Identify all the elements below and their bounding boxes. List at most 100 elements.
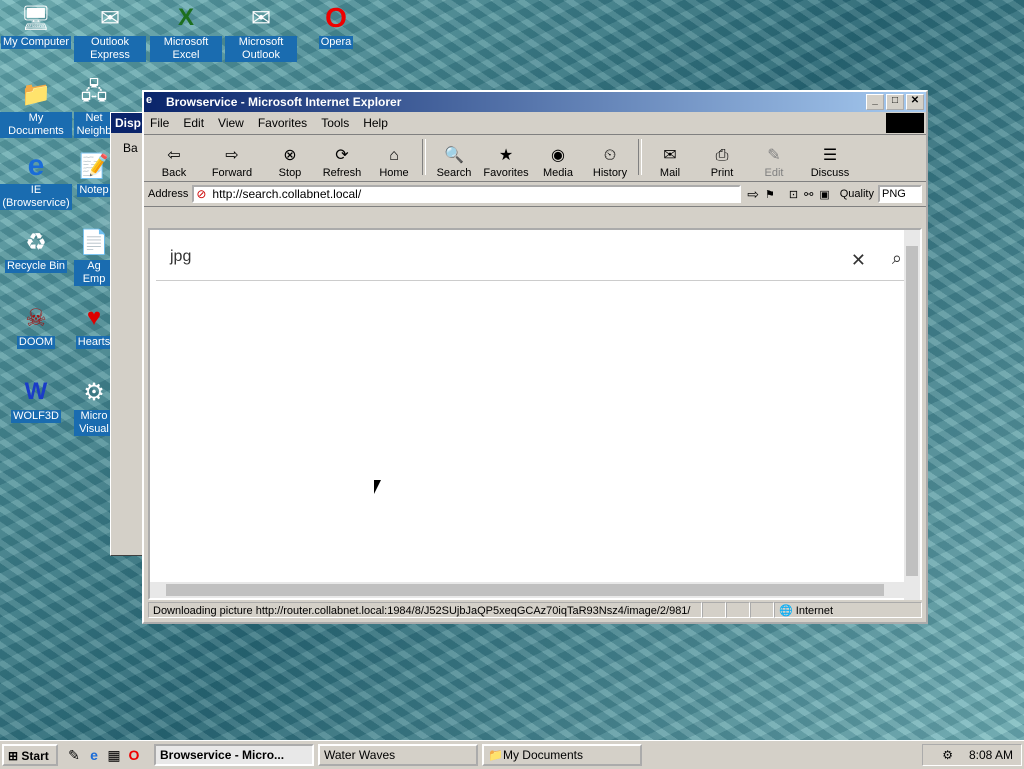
quality-select[interactable]: PNG xyxy=(878,185,922,203)
desktop-icon-my-documents[interactable]: 📁 My Documents xyxy=(0,78,72,138)
stop-label: Stop xyxy=(278,167,302,179)
desktop-icon-label: Notep xyxy=(77,184,111,197)
history-button[interactable]: ⏲ History xyxy=(584,145,636,179)
desktop-icon-hearts[interactable]: ♥ Hearts xyxy=(74,302,114,349)
task-label: Browservice - Micro... xyxy=(160,748,285,762)
document-icon: 📄 xyxy=(79,228,109,256)
refresh-button[interactable]: ⟳ Refresh xyxy=(316,145,368,179)
desktop-icon-outlook-express[interactable]: ✉ Outlook Express xyxy=(74,2,146,62)
start-button[interactable]: ⊞ Start xyxy=(2,744,58,766)
history-label: History xyxy=(592,167,628,179)
binoculars-icon[interactable]: ⚯ xyxy=(804,188,813,201)
desktop-icon-ag[interactable]: 📄 Ag Emp xyxy=(74,226,114,286)
horizontal-scrollbar[interactable] xyxy=(150,582,906,598)
menu-favorites[interactable]: Favorites xyxy=(258,116,307,130)
media-button[interactable]: ◉ Media xyxy=(532,145,584,179)
desktop-icon-network[interactable]: 🖧 Net Neighb xyxy=(74,78,114,138)
history-icon: ⏲ xyxy=(603,147,617,164)
desktop-icon-notepad[interactable]: 📝 Notep xyxy=(74,150,114,197)
search-query-input[interactable]: jpg xyxy=(170,248,191,266)
search-icon[interactable]: ⌕ xyxy=(892,248,902,269)
desktop-icon-ie-browservice[interactable]: e IE (Browservice) xyxy=(0,149,72,210)
minimize-button[interactable]: _ xyxy=(866,94,884,110)
desktop-icon-label: IE (Browservice) xyxy=(0,184,72,210)
desktop-icon[interactable]: ▦ xyxy=(104,745,124,765)
task-label: My Documents xyxy=(502,748,583,762)
menu-view[interactable]: View xyxy=(218,116,244,130)
home-button[interactable]: ⌂ Home xyxy=(368,145,420,179)
desktop-icon-outlook[interactable]: ✉ Microsoft Outlook xyxy=(225,2,297,62)
menu-help[interactable]: Help xyxy=(363,116,388,130)
mail-button[interactable]: ✉ Mail xyxy=(644,145,696,179)
menu-tools[interactable]: Tools xyxy=(321,116,349,130)
toolbar-separator xyxy=(638,139,642,175)
close-button[interactable]: ✕ xyxy=(906,94,924,110)
menu-edit[interactable]: Edit xyxy=(183,116,204,130)
go-icon[interactable]: ⇨ xyxy=(747,186,759,203)
windows-logo-icon xyxy=(886,113,924,133)
address-input[interactable]: ⊘ http://search.collabnet.local/ xyxy=(192,185,742,203)
doom-icon: ☠ xyxy=(25,304,47,332)
desktop-icon-label: Net Neighb xyxy=(74,112,114,138)
maximize-button[interactable]: □ xyxy=(886,94,904,110)
edit-icon[interactable]: ✎ xyxy=(64,745,84,765)
search-button[interactable]: 🔍 Search xyxy=(428,145,480,179)
ie-icon[interactable]: e xyxy=(84,745,104,765)
forward-button[interactable]: ⇨ Forward xyxy=(200,145,264,179)
status-zone: 🌐 Internet xyxy=(774,602,922,618)
stop-icon: ⊗ xyxy=(283,147,297,164)
title-bar[interactable]: e Browservice - Microsoft Internet Explo… xyxy=(144,92,926,112)
windows-flag-icon: ⊞ xyxy=(8,749,19,763)
bookmark-icon[interactable]: ⚑ xyxy=(765,188,775,201)
desktop-icon-label: Hearts xyxy=(75,336,113,349)
refresh-label: Refresh xyxy=(322,167,362,179)
print-icon: ⎙ xyxy=(715,147,729,164)
network-icon: 🖧 xyxy=(80,78,108,105)
desktop-icon-excel[interactable]: X Microsoft Excel xyxy=(150,2,222,62)
vertical-scroll-thumb[interactable] xyxy=(906,246,918,576)
task-water-waves[interactable]: Water Waves xyxy=(318,744,478,766)
task-browservice[interactable]: Browservice - Micro... xyxy=(154,744,314,766)
discuss-button[interactable]: ☰ Discuss xyxy=(800,145,860,179)
desktop-icon-opera[interactable]: O Opera xyxy=(300,2,372,49)
favorites-button[interactable]: ★ Favorites xyxy=(480,145,532,179)
desktop-icon-recycle-bin[interactable]: ♻ Recycle Bin xyxy=(0,226,72,273)
mail-label: Mail xyxy=(659,167,681,179)
folder-icon: 📁 xyxy=(488,748,503,762)
home-label: Home xyxy=(379,167,409,179)
status-cell xyxy=(750,602,774,618)
menu-file[interactable]: File xyxy=(150,116,169,130)
mouse-cursor xyxy=(374,480,381,494)
toolbar: ⇦ Back ⇨ Forward ⊗ Stop ⟳ Refresh ⌂ Home 🔍 Sea… xyxy=(144,135,926,182)
browser-window[interactable]: e Browservice - Microsoft Internet Explo… xyxy=(142,90,928,624)
desktop-icon-visual[interactable]: ⚙ Micro Visual xyxy=(74,376,114,436)
clear-icon[interactable]: ✕ xyxy=(851,250,866,271)
opera-icon: O xyxy=(325,2,347,33)
page-content[interactable]: jpg ✕ ⌕ xyxy=(148,228,922,600)
back-button[interactable]: ⇦ Back xyxy=(148,145,200,179)
ie-icon: e xyxy=(146,94,153,106)
notepad-icon: 📝 xyxy=(79,152,109,180)
edit-button[interactable]: ✎ Edit xyxy=(748,145,800,179)
desktop-icon-my-computer[interactable]: 🖥 My Computer xyxy=(0,2,72,49)
excel-icon: X xyxy=(177,4,194,31)
clock[interactable]: 8:08 AM xyxy=(969,748,1013,762)
desktop-icon-label: Micro Visual xyxy=(74,410,114,436)
address-label: Address xyxy=(148,188,189,200)
vertical-scrollbar[interactable] xyxy=(904,230,920,600)
task-label: Water Waves xyxy=(324,748,396,762)
opera-icon[interactable]: O xyxy=(124,745,144,765)
tray-network-icon[interactable]: ⚙ xyxy=(942,748,953,762)
task-my-documents[interactable]: 📁My Documents xyxy=(482,744,642,766)
clipboard-icon[interactable]: ▣ xyxy=(819,188,829,201)
edit-icon: ✎ xyxy=(767,147,781,164)
hearts-icon: ♥ xyxy=(86,304,102,331)
find-icon[interactable]: ⊡ xyxy=(789,188,798,201)
print-button[interactable]: ⎙ Print xyxy=(696,145,748,179)
horizontal-scroll-thumb[interactable] xyxy=(166,584,884,596)
back-label: Back xyxy=(161,167,187,179)
desktop-icon-label: Microsoft Outlook xyxy=(225,36,297,62)
stop-button[interactable]: ⊗ Stop xyxy=(264,145,316,179)
desktop-icon-wolf3d[interactable]: W WOLF3D xyxy=(0,376,72,423)
desktop-icon-doom[interactable]: ☠ DOOM xyxy=(0,302,72,349)
